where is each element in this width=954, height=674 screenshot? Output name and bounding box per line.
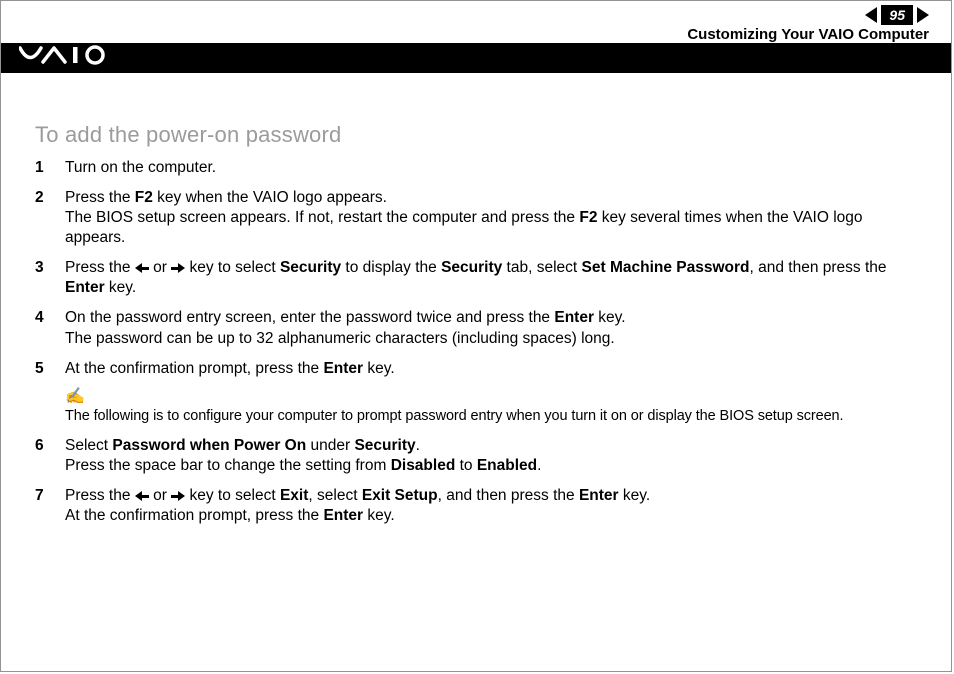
tab-name: Security	[441, 259, 502, 276]
step-body: Turn on the computer.	[65, 158, 927, 178]
prev-page-icon[interactable]	[865, 7, 877, 23]
text: or	[149, 487, 171, 504]
step-2: 2 Press the F2 key when the VAIO logo ap…	[35, 188, 927, 248]
text: key to select	[185, 259, 280, 276]
option-name: Set Machine Password	[582, 259, 750, 276]
step-number: 4	[35, 308, 65, 348]
step-text: Turn on the computer.	[65, 159, 216, 176]
step-body: Select Password when Power On under Secu…	[65, 436, 927, 476]
text: to display the	[341, 259, 441, 276]
arrow-left-icon	[135, 491, 149, 501]
step-body: Press the F2 key when the VAIO logo appe…	[65, 188, 927, 248]
text: On the password entry screen, enter the …	[65, 309, 554, 326]
text: to	[455, 457, 477, 474]
page-header: 95 Customizing Your VAIO Computer	[1, 1, 951, 29]
text: Press the	[65, 259, 135, 276]
key-name: Enter	[323, 360, 363, 377]
step-body: Press the or key to select Exit, select …	[65, 486, 927, 526]
key-name: Enter	[323, 507, 363, 524]
key-name: F2	[135, 189, 153, 206]
option-name: Exit Setup	[362, 487, 438, 504]
text: , and then press the	[438, 487, 579, 504]
steps-list: 1 Turn on the computer. 2 Press the F2 k…	[35, 158, 927, 379]
step-3: 3 Press the or key to select Security to…	[35, 258, 927, 298]
note-icon: ✍	[65, 389, 927, 405]
step-4: 4 On the password entry screen, enter th…	[35, 308, 927, 348]
step-number: 6	[35, 436, 65, 476]
step-number: 2	[35, 188, 65, 248]
text: key.	[619, 487, 651, 504]
step-number: 3	[35, 258, 65, 298]
text: .	[416, 437, 420, 454]
text: key.	[594, 309, 626, 326]
arrow-right-icon	[171, 491, 185, 501]
value-name: Disabled	[391, 457, 456, 474]
step-1: 1 Turn on the computer.	[35, 158, 927, 178]
step-body: At the confirmation prompt, press the En…	[65, 359, 927, 379]
text: .	[537, 457, 541, 474]
arrow-right-icon	[171, 263, 185, 273]
key-name: Enter	[554, 309, 594, 326]
step-number: 7	[35, 486, 65, 526]
step-number: 1	[35, 158, 65, 178]
text: key.	[105, 279, 137, 296]
step-number: 5	[35, 359, 65, 379]
text: Press the space bar to change the settin…	[65, 457, 391, 474]
step-7: 7 Press the or key to select Exit, selec…	[35, 486, 927, 526]
step-5: 5 At the confirmation prompt, press the …	[35, 359, 927, 379]
text: key.	[363, 507, 395, 524]
key-name: F2	[579, 209, 597, 226]
section-title: To add the power-on password	[35, 121, 927, 150]
document-page: 95 Customizing Your VAIO Computer To add…	[0, 0, 952, 672]
text: key to select	[185, 487, 280, 504]
menu-name: Exit	[280, 487, 308, 504]
note-text: The following is to configure your compu…	[65, 408, 843, 424]
steps-list-cont: 6 Select Password when Power On under Se…	[35, 436, 927, 527]
menu-name: Security	[354, 437, 415, 454]
text: , and then press the	[750, 259, 887, 276]
text: The password can be up to 32 alphanumeri…	[65, 330, 615, 347]
next-page-icon[interactable]	[917, 7, 929, 23]
text: under	[306, 437, 354, 454]
brand-bar	[1, 43, 951, 73]
step-6: 6 Select Password when Power On under Se…	[35, 436, 927, 476]
menu-name: Security	[280, 259, 341, 276]
step-body: On the password entry screen, enter the …	[65, 308, 927, 348]
page-number: 95	[881, 5, 913, 25]
step-body: Press the or key to select Security to d…	[65, 258, 927, 298]
key-name: Enter	[579, 487, 619, 504]
text: Press the	[65, 487, 135, 504]
text: or	[149, 259, 171, 276]
text: tab, select	[502, 259, 581, 276]
text: , select	[308, 487, 361, 504]
key-name: Enter	[65, 279, 105, 296]
text: Select	[65, 437, 112, 454]
breadcrumb: Customizing Your VAIO Computer	[687, 25, 929, 45]
arrow-left-icon	[135, 263, 149, 273]
vaio-logo-icon	[19, 45, 115, 71]
text: key.	[363, 360, 395, 377]
content-area: To add the power-on password 1 Turn on t…	[35, 121, 927, 537]
option-name: Password when Power On	[112, 437, 306, 454]
value-name: Enabled	[477, 457, 537, 474]
text: At the confirmation prompt, press the	[65, 360, 323, 377]
note-block: ✍ The following is to configure your com…	[65, 389, 927, 426]
text: key when the VAIO logo appears.	[153, 189, 387, 206]
text: Press the	[65, 189, 135, 206]
text: At the confirmation prompt, press the	[65, 507, 323, 524]
text: The BIOS setup screen appears. If not, r…	[65, 209, 579, 226]
page-nav: 95	[865, 5, 929, 25]
